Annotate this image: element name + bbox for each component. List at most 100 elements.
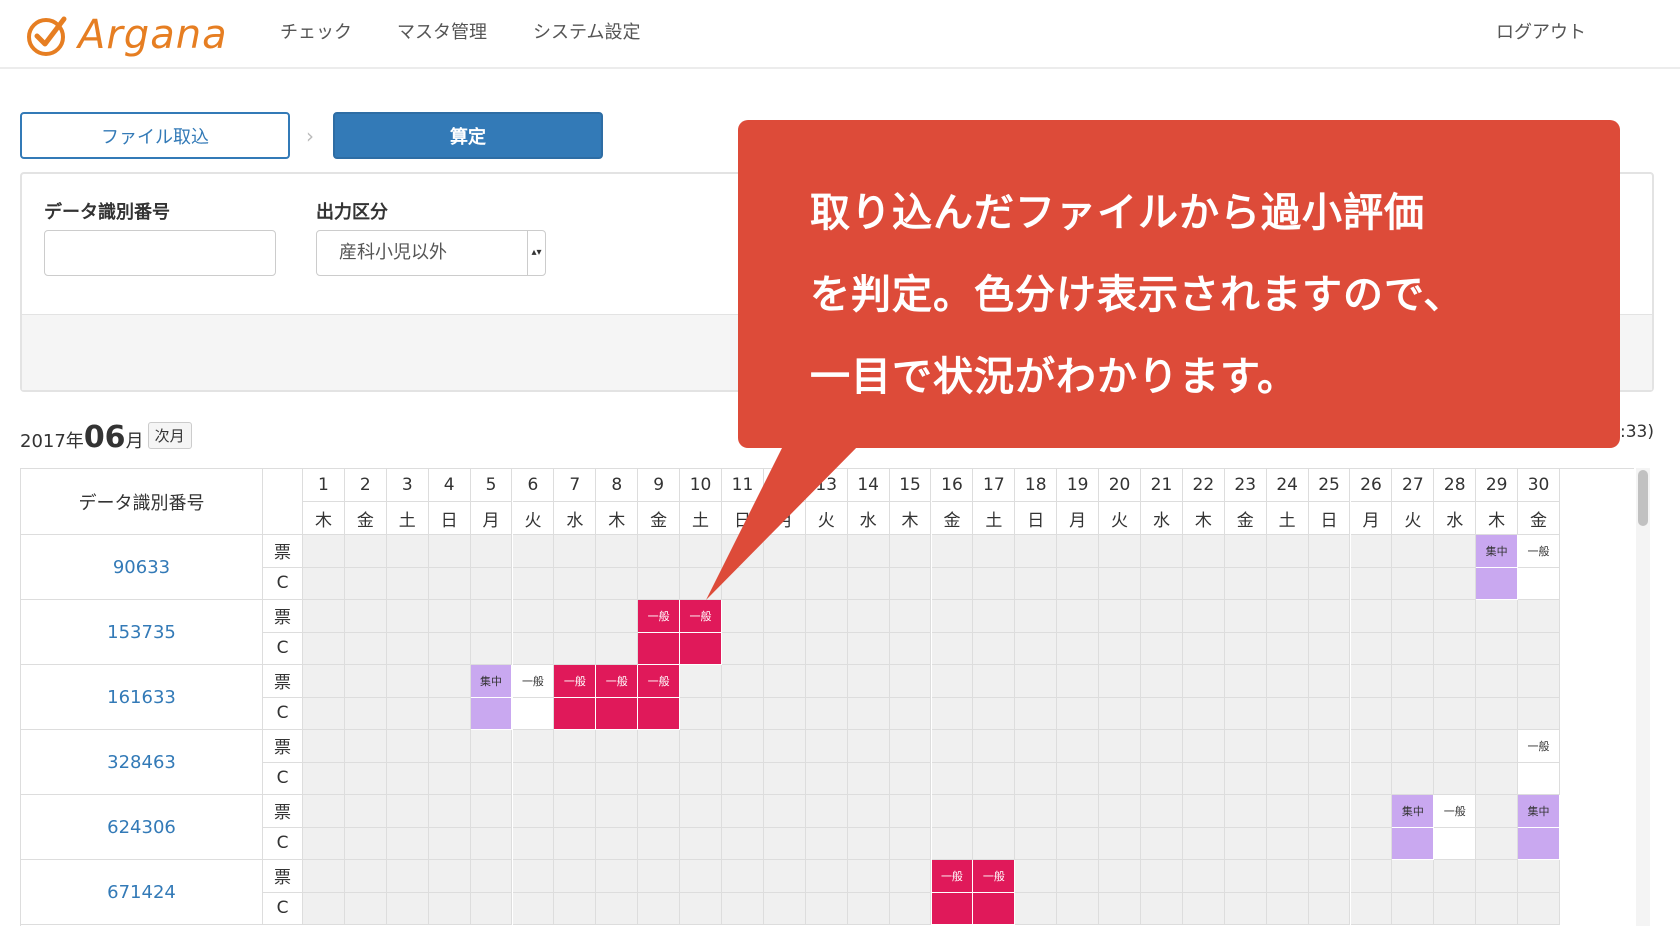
calendar-cell[interactable] [344,795,387,828]
calendar-cell[interactable] [889,697,932,730]
status-cell-purple[interactable] [1392,827,1435,860]
calendar-cell[interactable] [1392,600,1435,633]
calendar-cell[interactable] [470,730,513,763]
calendar-cell[interactable] [889,632,932,665]
calendar-cell[interactable] [805,665,848,698]
calendar-cell[interactable] [1141,827,1183,860]
calendar-cell[interactable] [1015,535,1058,568]
calendar-cell[interactable] [638,860,681,893]
calendar-cell[interactable] [1266,730,1309,763]
calendar-cell[interactable] [1518,600,1560,633]
calendar-cell[interactable] [1476,892,1519,925]
calendar-cell[interactable] [344,892,387,925]
status-cell-white[interactable] [1518,762,1560,795]
calendar-cell[interactable] [889,795,932,828]
calendar-cell[interactable] [1350,665,1393,698]
calendar-cell[interactable] [512,892,555,925]
calendar-cell[interactable] [1057,665,1100,698]
calendar-cell[interactable] [722,697,764,730]
calendar-cell[interactable] [554,795,597,828]
calendar-cell[interactable] [303,860,345,893]
calendar-cell[interactable] [931,795,974,828]
calendar-cell[interactable] [1057,892,1100,925]
calendar-cell[interactable] [1392,860,1435,893]
row-id-link[interactable]: 328463 [21,730,263,795]
calendar-cell[interactable] [680,860,722,893]
calendar-cell[interactable] [1099,860,1141,893]
calendar-cell[interactable] [1434,860,1477,893]
calendar-cell[interactable] [1434,665,1477,698]
calendar-cell[interactable] [554,730,597,763]
calendar-cell[interactable] [1224,795,1267,828]
calendar-cell[interactable] [1015,795,1058,828]
status-cell-purple[interactable] [1476,567,1519,600]
calendar-cell[interactable] [1476,665,1519,698]
calendar-cell[interactable] [1224,892,1267,925]
calendar-cell[interactable] [680,892,722,925]
calendar-cell[interactable] [596,762,639,795]
calendar-cell[interactable] [763,665,806,698]
calendar-cell[interactable] [973,795,1016,828]
status-cell-red[interactable]: 一般 [554,665,597,698]
calendar-cell[interactable] [1434,600,1477,633]
calendar-cell[interactable] [763,762,806,795]
calendar-cell[interactable] [763,892,806,925]
calendar-cell[interactable] [1308,827,1351,860]
calendar-scrollbar[interactable] [1636,468,1650,926]
calendar-cell[interactable] [1099,795,1141,828]
calendar-cell[interactable] [931,827,974,860]
calendar-cell[interactable] [931,632,974,665]
calendar-cell[interactable] [344,567,387,600]
calendar-cell[interactable] [1266,795,1309,828]
calendar-cell[interactable] [596,795,639,828]
calendar-cell[interactable] [303,795,345,828]
calendar-cell[interactable] [386,632,429,665]
calendar-cell[interactable] [1182,795,1225,828]
calendar-cell[interactable] [303,892,345,925]
status-cell-white[interactable]: 一般 [1434,795,1477,828]
calendar-cell[interactable] [512,827,555,860]
calendar-cell[interactable] [1266,762,1309,795]
calendar-cell[interactable] [428,567,471,600]
calendar-cell[interactable] [1392,892,1435,925]
calendar-cell[interactable] [847,600,890,633]
calendar-cell[interactable] [1224,600,1267,633]
calendar-cell[interactable] [1182,600,1225,633]
calendar-cell[interactable] [512,795,555,828]
calendar-cell[interactable] [1266,567,1309,600]
file-import-step-button[interactable]: ファイル取込 [20,112,290,159]
status-cell-red[interactable] [680,632,722,665]
calendar-cell[interactable] [1266,860,1309,893]
calendar-cell[interactable] [1224,730,1267,763]
calendar-cell[interactable] [638,827,681,860]
calendar-cell[interactable] [1141,860,1183,893]
status-cell-red[interactable] [638,697,681,730]
calendar-cell[interactable] [470,600,513,633]
calendar-cell[interactable] [1518,632,1560,665]
calendar-cell[interactable] [470,762,513,795]
calendar-cell[interactable] [1350,762,1393,795]
calendar-cell[interactable] [722,827,764,860]
calendar-cell[interactable] [1434,892,1477,925]
calendar-cell[interactable] [1141,795,1183,828]
calendar-cell[interactable] [344,730,387,763]
calendar-cell[interactable] [386,600,429,633]
calendar-cell[interactable] [1350,730,1393,763]
calendar-cell[interactable] [1476,632,1519,665]
calendar-cell[interactable] [1057,827,1100,860]
calendar-cell[interactable] [847,795,890,828]
calendar-cell[interactable] [763,730,806,763]
calendar-cell[interactable] [1099,892,1141,925]
calendar-cell[interactable] [1266,600,1309,633]
calendar-cell[interactable] [1266,892,1309,925]
calendar-cell[interactable] [554,892,597,925]
data-id-input[interactable] [44,230,276,276]
calendar-cell[interactable] [386,697,429,730]
calendar-cell[interactable] [847,892,890,925]
calendar-cell[interactable] [554,762,597,795]
calendar-cell[interactable] [805,795,848,828]
calendar-cell[interactable] [805,892,848,925]
calendar-cell[interactable] [596,567,639,600]
calendar-cell[interactable] [847,632,890,665]
calc-step-button[interactable]: 算定 [333,112,603,159]
